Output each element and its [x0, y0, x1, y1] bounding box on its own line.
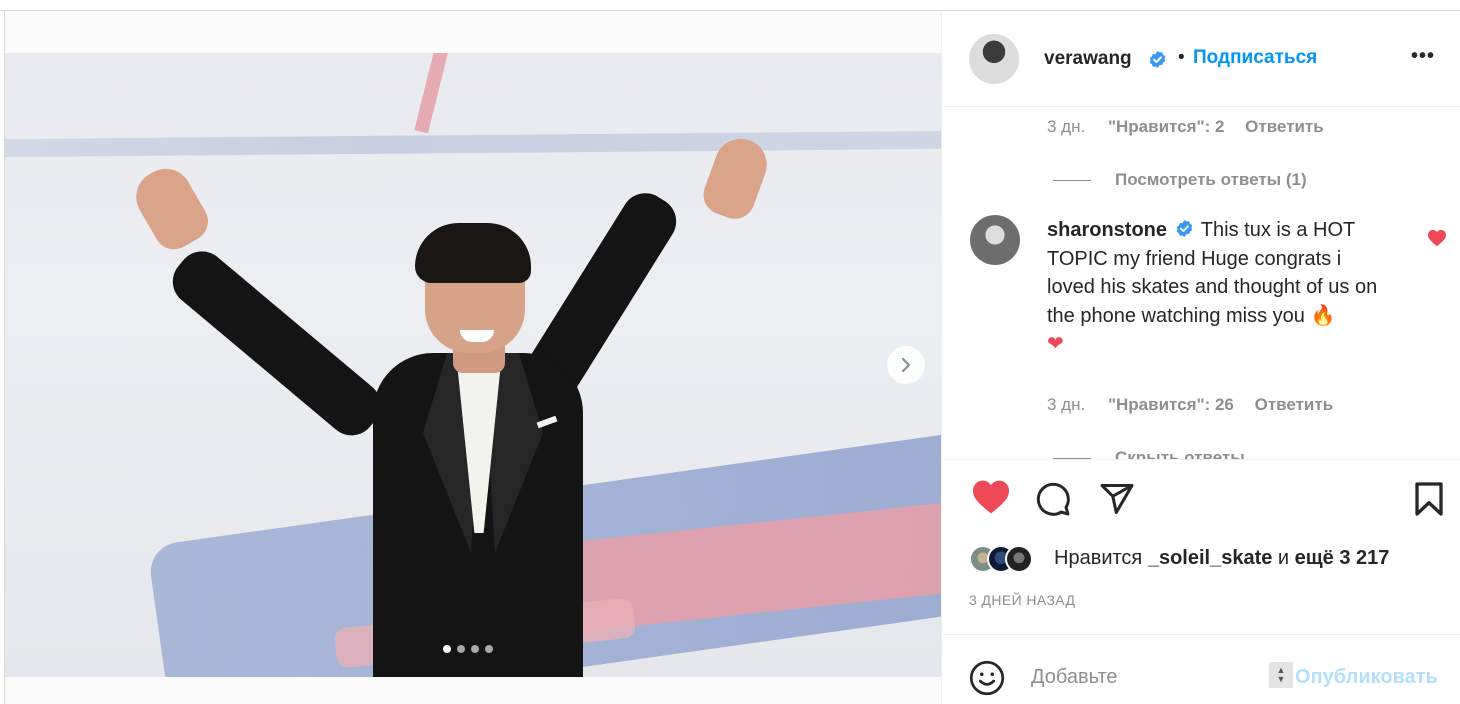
stepper-down-icon[interactable]: ▼: [1277, 675, 1286, 684]
heart-emoji: ❤: [1047, 333, 1064, 355]
verified-icon: [1149, 50, 1166, 69]
add-comment-bar: ▲ ▼ Опубликовать: [943, 634, 1460, 704]
post-side-panel: verawang • Подписаться ••• 3 дн. "Нравит…: [943, 11, 1460, 704]
header-separator: •: [1178, 47, 1185, 68]
scroll-stepper[interactable]: ▲ ▼: [1269, 662, 1293, 688]
liked-by-and: и: [1277, 547, 1290, 569]
liker-avatar: [1005, 545, 1033, 573]
liked-by-user[interactable]: _soleil_skate: [1148, 547, 1273, 569]
view-replies-label: Посмотреть ответы (1): [1115, 170, 1307, 189]
reply-button[interactable]: Ответить: [1255, 395, 1334, 414]
liked-by-prefix: Нравится: [1054, 547, 1143, 569]
commenter-avatar[interactable]: [970, 215, 1020, 265]
carousel-dot: [457, 645, 465, 653]
emoji-icon[interactable]: [969, 660, 1005, 696]
comment-likes[interactable]: "Нравится": 26: [1108, 395, 1234, 414]
carousel-dot: [443, 645, 451, 653]
carousel-dot: [471, 645, 479, 653]
comment-meta: 3 дн. "Нравится": 26 Ответить: [1047, 395, 1333, 415]
publish-button[interactable]: Опубликовать: [1295, 666, 1438, 689]
post-media: [5, 11, 942, 704]
fire-emoji: 🔥: [1310, 304, 1336, 327]
hide-replies-button[interactable]: Скрыть ответы: [1053, 448, 1245, 459]
post-dialog: verawang • Подписаться ••• 3 дн. "Нравит…: [4, 11, 1460, 704]
post-photo: [5, 53, 941, 677]
replies-line: [1053, 179, 1091, 181]
verified-icon: [1176, 219, 1192, 238]
bookmark-icon[interactable]: [1413, 481, 1445, 517]
comment-meta: 3 дн. "Нравится": 2 Ответить: [1047, 117, 1324, 137]
post-date[interactable]: 3 ДНЕЙ НАЗАД: [969, 592, 1075, 608]
likers-avatars[interactable]: [969, 545, 1033, 573]
comment-time: 3 дн.: [1047, 117, 1086, 136]
browser-top-strip: [0, 0, 1460, 11]
comment-icon[interactable]: [1035, 481, 1071, 517]
author-username[interactable]: verawang: [1044, 48, 1132, 70]
likes-summary: Нравится _soleil_skate и ещё 3 217: [1054, 547, 1389, 570]
heart-icon[interactable]: [971, 479, 1011, 515]
carousel-next-button[interactable]: [887, 346, 925, 384]
comment-like-heart-icon[interactable]: [1427, 229, 1447, 247]
post-header: verawang • Подписаться •••: [943, 11, 1460, 107]
post-actions: Нравится _soleil_skate и ещё 3 217 3 ДНЕ…: [943, 459, 1460, 704]
comment-input[interactable]: [1031, 662, 1261, 692]
comments-list[interactable]: 3 дн. "Нравится": 2 Ответить Посмотреть …: [943, 107, 1460, 459]
follow-button[interactable]: Подписаться: [1193, 47, 1317, 69]
comment-body: sharonstone This tux is a HOT TOPIC my f…: [1047, 216, 1387, 359]
view-replies-button[interactable]: Посмотреть ответы (1): [1053, 170, 1307, 190]
carousel-indicator: [443, 645, 493, 653]
commenter-username[interactable]: sharonstone: [1047, 219, 1167, 241]
author-avatar[interactable]: [969, 34, 1019, 84]
chevron-right-icon: [901, 357, 911, 373]
carousel-dot: [485, 645, 493, 653]
reply-button[interactable]: Ответить: [1245, 117, 1324, 136]
comment-likes[interactable]: "Нравится": 2: [1108, 117, 1224, 136]
hide-replies-label: Скрыть ответы: [1115, 448, 1245, 459]
comment-time: 3 дн.: [1047, 395, 1086, 414]
more-options-button[interactable]: •••: [1411, 45, 1435, 68]
share-icon[interactable]: [1099, 481, 1135, 517]
likes-count[interactable]: ещё 3 217: [1295, 547, 1390, 569]
